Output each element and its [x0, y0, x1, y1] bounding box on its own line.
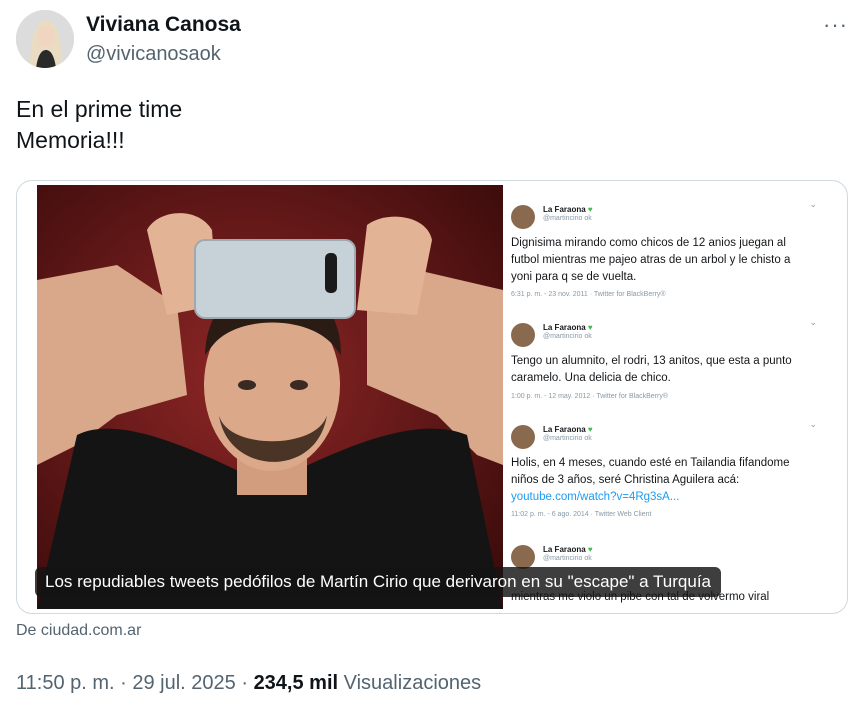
- embedded-meta: 6:31 p. m. - 23 nov. 2011 · Twitter for …: [511, 291, 666, 298]
- link-card[interactable]: La Faraona ♥ @martincirio ok ⌄ Dignisima…: [16, 180, 848, 614]
- tweet-meta: 11:50 p. m. · 29 jul. 2025 · 234,5 mil V…: [16, 672, 481, 695]
- chevron-down-icon: ⌄: [809, 199, 817, 209]
- chevron-down-icon: ⌄: [809, 317, 817, 327]
- tweet-text: En el prime time Memoria!!!: [16, 94, 182, 156]
- embedded-handle: @martincirio ok: [543, 435, 592, 442]
- embedded-tweet: La Faraona ♥ @martincirio ok ⌄ Tengo un …: [511, 317, 817, 413]
- tweet-text-line: En el prime time: [16, 96, 183, 122]
- green-heart-icon: ♥: [587, 205, 593, 214]
- embedded-text-body: Holis, en 4 meses, cuando esté en Tailan…: [511, 457, 790, 486]
- card-source-link[interactable]: De ciudad.com.ar: [16, 622, 141, 640]
- man-with-phone-image: [37, 185, 503, 609]
- views-label[interactable]: Visualizaciones: [338, 672, 482, 694]
- embedded-link: youtube.com/watch?v=4Rg3sA...: [511, 491, 680, 503]
- embedded-handle: @martincirio ok: [543, 215, 592, 222]
- green-heart-icon: ♥: [587, 545, 593, 554]
- embedded-text: Tengo un alumnito, el rodri, 13 anitos, …: [511, 355, 792, 384]
- embedded-tweet: La Faraona ♥ @martincirio ok ⌄ Holis, en…: [511, 419, 817, 535]
- embedded-tweets-screenshot: La Faraona ♥ @martincirio ok ⌄ Dignisima…: [503, 185, 829, 609]
- views-count[interactable]: 234,5 mil: [254, 672, 339, 694]
- embedded-name: La Faraona: [543, 323, 586, 332]
- meta-separator: ·: [235, 672, 254, 694]
- embedded-handle: @martincirio ok: [543, 333, 592, 340]
- embedded-text: Holis, en 4 meses, cuando esté en Tailan…: [511, 455, 811, 506]
- tweet-time[interactable]: 11:50 p. m.: [16, 672, 115, 694]
- embedded-avatar: [511, 545, 535, 569]
- green-heart-icon: ♥: [587, 323, 593, 332]
- embedded-avatar: [511, 205, 535, 229]
- embedded-meta: 1:00 p. m. - 12 may. 2012 · Twitter for …: [511, 393, 669, 400]
- avatar[interactable]: [16, 10, 74, 68]
- author-handle[interactable]: @vivicanosaok: [86, 43, 221, 66]
- embedded-name: La Faraona: [543, 425, 586, 434]
- chevron-down-icon: ⌄: [809, 419, 817, 429]
- meta-separator: ·: [114, 672, 133, 694]
- embedded-name: La Faraona: [543, 545, 586, 554]
- embedded-handle: @martincirio ok: [543, 555, 592, 562]
- author-display-name[interactable]: Viviana Canosa: [86, 13, 241, 37]
- embedded-text: Dignisima mirando como chicos de 12 anio…: [511, 237, 791, 283]
- embedded-name: La Faraona: [543, 205, 586, 214]
- tweet-text-line: Memoria!!!: [16, 127, 125, 153]
- embedded-avatar: [511, 323, 535, 347]
- green-heart-icon: ♥: [587, 425, 593, 434]
- embedded-avatar: [511, 425, 535, 449]
- avatar-image: [16, 10, 74, 68]
- embedded-meta: 11:02 p. m. - 6 ago. 2014 · Twitter Web …: [511, 511, 652, 518]
- more-options-icon[interactable]: ···: [823, 12, 848, 38]
- card-caption[interactable]: Los repudiables tweets pedófilos de Mart…: [35, 567, 722, 597]
- embedded-tweet: La Faraona ♥ @martincirio ok ⌄ Dignisima…: [511, 199, 817, 315]
- tweet-date[interactable]: 29 jul. 2025: [132, 672, 235, 694]
- card-photo: [37, 185, 503, 609]
